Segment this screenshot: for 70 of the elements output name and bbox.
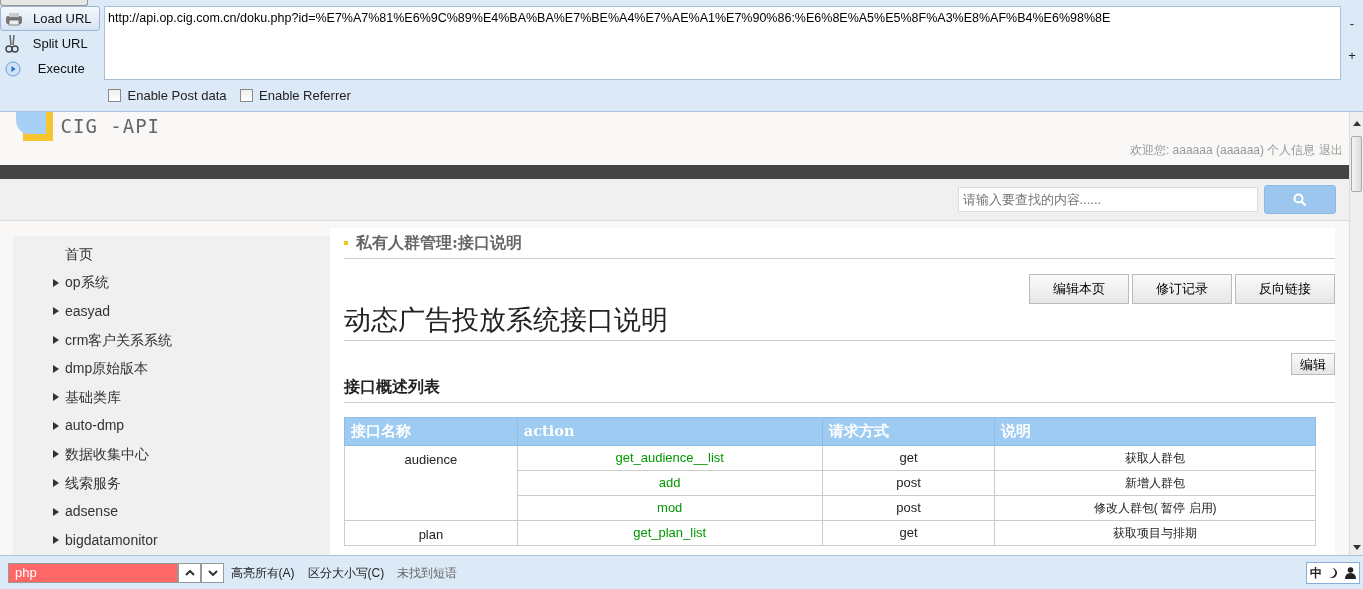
sidebar-item[interactable]: adsense (13, 497, 330, 526)
previous-button[interactable] (178, 562, 201, 583)
checkbox[interactable] (108, 89, 121, 103)
toolbar-button[interactable]: Split URL (0, 31, 100, 56)
table-cell: 获取人群包 (994, 445, 1316, 471)
find-option[interactable]: 高亮所有(A) (230, 563, 295, 582)
logo-icon (16, 112, 54, 142)
toolbar-button[interactable]: Execute (0, 56, 100, 81)
sidebar-item[interactable]: auto-dmp (13, 411, 330, 441)
sidebar-item[interactable]: 基础类库 (13, 382, 330, 412)
side-button[interactable]: - (1349, 14, 1355, 34)
sidebar-item[interactable]: dmp原始版本 (13, 354, 330, 383)
page-action-button[interactable]: 修订记录 (1131, 274, 1232, 304)
scroll-thumb[interactable] (1351, 136, 1362, 192)
page-action-button[interactable]: 反向链接 (1235, 274, 1335, 304)
find-status: 未找到短语 (397, 564, 458, 582)
checkbox-label: Enable Referrer (259, 87, 351, 105)
bullet-icon (344, 241, 348, 245)
next-button[interactable] (201, 562, 224, 583)
table-cell: get_plan_list (517, 520, 823, 546)
table-cell: 新增人群包 (994, 470, 1316, 496)
scroll-down-icon[interactable] (1352, 545, 1361, 551)
search-field[interactable]: 请输入要查找的内容...... (957, 187, 1258, 212)
table-cell: 获取项目与排期 (994, 520, 1316, 546)
table-cell: plan (344, 520, 518, 546)
scrollbar[interactable] (1349, 112, 1363, 555)
user-name: aaaaaa (aaaaaa) (1172, 141, 1264, 159)
checkbox[interactable] (239, 89, 253, 103)
column-header: 说明 (994, 417, 1316, 446)
table-cell: 修改人群包( 暂停 启用) (994, 495, 1316, 521)
ime-mode[interactable]: 中 (1309, 563, 1322, 582)
sidebar-item[interactable]: 首页 (13, 240, 330, 269)
edit-button[interactable]: 编辑 (1291, 353, 1335, 376)
page-action-button[interactable]: 编辑本页 (1028, 274, 1129, 304)
sidebar-item[interactable]: 数据收集中心 (13, 440, 330, 469)
column-header: 请求方式 (822, 417, 995, 446)
find-option[interactable]: 区分大小写(C) (307, 563, 385, 582)
search-icon (1293, 192, 1307, 207)
table-cell: post (822, 495, 995, 521)
table-cell: get (822, 445, 995, 471)
side-button[interactable]: + (1348, 45, 1356, 65)
sidebar-item[interactable]: easyad (13, 297, 330, 326)
table-cell: get_audience__list (517, 445, 823, 471)
table-cell: post (822, 470, 995, 496)
table-cell: get (822, 520, 995, 546)
column-header: 接口名称 (344, 417, 518, 446)
sidebar-item[interactable]: op系统 (13, 268, 330, 298)
toolbar-button[interactable]: Load URL (0, 6, 100, 31)
table-cell: add (517, 470, 823, 496)
printer-icon (5, 11, 23, 26)
page-title: 动态广告投放系统接口说明 (344, 304, 1335, 342)
scissors-icon (5, 33, 19, 54)
down-caret-icon (207, 569, 218, 576)
table-cell: mod (517, 495, 823, 521)
sidebar-item[interactable]: crm客户关系系统 (13, 325, 330, 355)
scroll-up-icon[interactable] (1352, 120, 1361, 126)
breadcrumb: 私有人群管理:接口说明 (356, 232, 522, 254)
table-cell: audience (344, 445, 518, 521)
sidebar-item[interactable]: 线索服务 (13, 468, 330, 498)
checkbox-label: Enable Post data (127, 87, 227, 105)
url-field[interactable]: http://api.op.cig.com.cn/doku.php?id=%E7%A7%81%E6%9C%89%E4%BA%BA%E7%BE%A4%E7%AE%A1%E7%90%86:%E6%8E%A5%E5%8F%A3%E8%AF%B4%E6%98%8E (104, 6, 1341, 80)
section-heading: 接口概述列表 (344, 375, 1335, 403)
play-icon (5, 60, 21, 77)
welcome-label: 欢迎您: (1130, 141, 1170, 159)
sidebar-item[interactable]: bigdatamonitor (13, 525, 330, 555)
site-logo-text: CIG -API (60, 114, 160, 139)
up-caret-icon (184, 569, 195, 576)
person-icon[interactable] (1344, 566, 1356, 579)
column-header: action (517, 417, 823, 446)
moon-icon[interactable] (1328, 566, 1339, 579)
